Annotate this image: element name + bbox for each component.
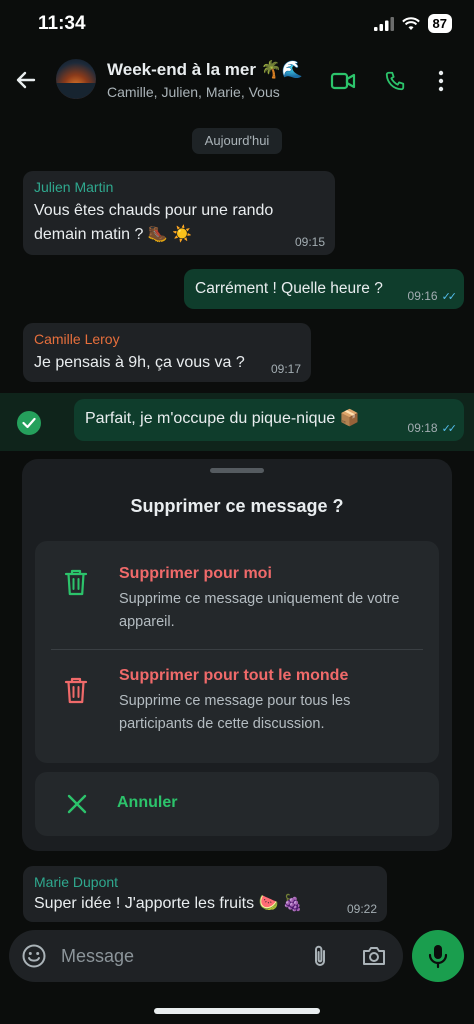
message-text: Super idée ! J'apporte les fruits 🍉 🍇 [34, 895, 303, 912]
camera-icon[interactable] [361, 943, 387, 969]
back-arrow-icon[interactable] [12, 66, 40, 94]
group-avatar[interactable] [56, 59, 96, 99]
message-text: Je pensais à 9h, ça vous va ? [34, 354, 245, 371]
message-bubble-outgoing[interactable]: Carrément ! Quelle heure ? 09:16 ✓✓ [184, 269, 464, 309]
message-meta: 09:17 [271, 362, 301, 376]
message-time: 09:16 [407, 289, 438, 303]
message-meta: 09:18 ✓✓ [407, 421, 458, 435]
sheet-title: Supprimer ce message ? [130, 496, 344, 516]
read-receipt-icon: ✓✓ [441, 422, 458, 435]
message-text: Vous êtes chauds pour une rando demain m… [34, 202, 274, 243]
group-members[interactable]: Camille, Julien, Marie, Vous [107, 84, 280, 100]
message-meta: 09:15 [295, 235, 325, 249]
status-icons: 87 [373, 14, 452, 33]
sender-name: Julien Martin [34, 179, 114, 195]
selected-check-icon[interactable] [17, 411, 41, 435]
message-input[interactable] [61, 940, 281, 972]
sender-name: Marie Dupont [34, 874, 119, 890]
home-indicator[interactable] [154, 1008, 320, 1014]
option-title: Supprimer pour tout le monde [119, 667, 349, 684]
read-receipt-icon: ✓✓ [441, 290, 458, 303]
message-composer [9, 930, 403, 982]
emoji-icon[interactable] [21, 943, 47, 969]
cancel-button[interactable]: Annuler [35, 772, 439, 836]
option-title: Supprimer pour moi [119, 565, 272, 582]
message-meta: 09:16 ✓✓ [407, 289, 458, 303]
message-text: Parfait, je m'occupe du pique-nique 📦 [85, 410, 360, 427]
status-bar: 11:34 87 [0, 0, 474, 48]
option-description: Supprime ce message pour tous les partic… [119, 693, 351, 732]
message-time: 09:17 [270, 362, 301, 376]
more-options-button[interactable] [428, 68, 454, 94]
sheet-grabber[interactable] [210, 468, 264, 473]
message-meta: 09:22 [347, 902, 377, 916]
message-bubble-incoming[interactable]: Julien Martin Vous êtes chauds pour une … [23, 171, 335, 255]
option-description: Supprime ce message uniquement de votre … [119, 591, 400, 630]
message-bubble-incoming[interactable]: Camille Leroy Je pensais à 9h, ça vous v… [23, 323, 311, 382]
cancel-label: Annuler [117, 794, 178, 811]
message-time: 09:22 [346, 902, 377, 916]
attachment-icon[interactable] [307, 943, 333, 969]
trash-icon [64, 569, 88, 596]
status-time: 11:34 [38, 13, 86, 34]
date-separator: Aujourd'hui [192, 128, 282, 154]
signal-icon [373, 16, 394, 31]
wifi-icon [401, 16, 420, 30]
sender-name: Camille Leroy [34, 331, 120, 347]
trash-icon [64, 677, 88, 704]
message-bubble-outgoing-selected[interactable]: Parfait, je m'occupe du pique-nique 📦 09… [74, 399, 464, 441]
message-time: 09:15 [294, 235, 325, 249]
voice-call-button[interactable] [382, 68, 408, 94]
video-camera-icon [330, 72, 356, 90]
chat-header: Week-end à la mer 🌴🌊 Camille, Julien, Ma… [0, 52, 474, 112]
message-time: 09:18 [407, 421, 438, 435]
delete-message-sheet: Supprimer ce message ? Supprimer pour mo… [22, 459, 452, 851]
video-call-button[interactable] [330, 68, 356, 94]
group-name[interactable]: Week-end à la mer 🌴🌊 [107, 60, 303, 80]
phone-icon [385, 71, 405, 91]
delete-for-everyone-option[interactable]: Supprimer pour tout le monde Supprime ce… [35, 650, 439, 763]
close-icon [67, 794, 87, 814]
delete-for-me-option[interactable]: Supprimer pour moi Supprime ce message u… [35, 541, 439, 649]
microphone-icon [428, 945, 448, 969]
battery-indicator: 87 [427, 14, 452, 33]
more-vertical-icon [438, 70, 444, 92]
delete-options-group: Supprimer pour moi Supprime ce message u… [35, 541, 439, 763]
voice-message-button[interactable] [412, 930, 464, 982]
message-bubble-incoming[interactable]: Marie Dupont Super idée ! J'apporte les … [23, 866, 387, 922]
